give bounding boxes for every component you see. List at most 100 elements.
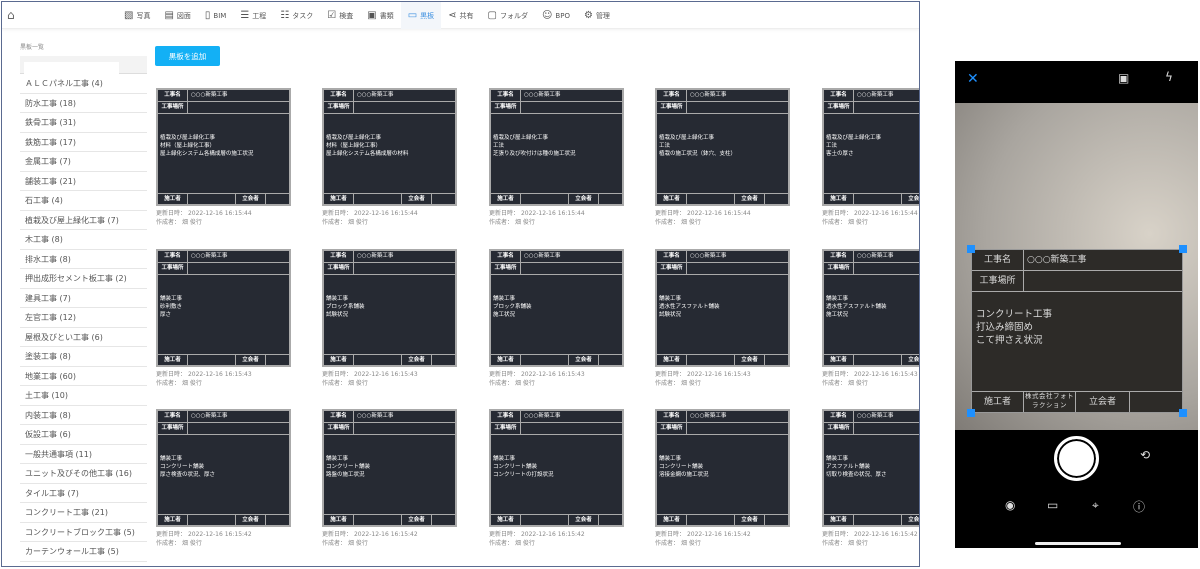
nav-tab-label: BPO [555,11,570,20]
line: 工法 [659,143,671,149]
home-icon[interactable]: ⌂ [7,8,15,22]
label: 工事名 [824,251,854,262]
flash-off-icon[interactable]: ϟ [1165,70,1173,84]
sidebar-item[interactable]: コンクリートブロック工事 (5) [20,523,147,542]
label: 工事場所 [657,263,687,274]
author: 畑 俊行 [680,219,701,226]
location-pin-icon[interactable]: ⌖ [1092,498,1099,513]
nav-tab-6[interactable]: ▣ 書類 [360,2,400,29]
nav-tab-label: フォルダ [499,11,528,20]
line: 試験状況 [659,312,682,318]
board-card[interactable]: 工事名 ○○○新築工事 工事場所 舗装工事 透水性アスファルト舗装 試験状況 施工者 立… [655,249,790,388]
board-body: コンクリート工事 打込み締固め こて押さえ状況 [976,308,1052,347]
resize-handle[interactable] [967,245,975,253]
line: コンクリート舗装 [326,464,371,470]
label: 工事場所 [158,102,188,113]
sidebar-item[interactable]: 鉄筋工事 (17) [20,133,147,152]
line: 舗装工事 [493,296,516,302]
nav-tab-11[interactable]: ⚙ 管理 [577,2,617,29]
sidebar-item[interactable]: ユニット及びその他工事 (16) [20,464,147,484]
board-card[interactable]: 工事名 ○○○新築工事 工事場所 舗装工事 コンクリート舗装 溶接金網の施工状況 施工… [655,409,790,548]
sidebar-item[interactable]: 仮設工事 (6) [20,425,147,445]
folder-icon: ▢ [487,10,497,21]
board-card[interactable]: 工事名 ○○○新築工事 工事場所 舗装工事 コンクリート舗装 コンクリートの打設状況 … [489,409,624,548]
shutter-button[interactable] [1054,436,1099,481]
nav-tab-3[interactable]: ☰ 工程 [233,2,273,29]
image-icon[interactable]: ▣ [1118,71,1129,85]
sidebar-item[interactable]: 屋根及びとい工事 (6) [20,328,147,347]
add-board-button[interactable]: 黒板を追加 [155,46,220,66]
sidebar-item[interactable]: 地業工事 (60) [20,367,147,386]
board-card[interactable]: 工事名○○○新築工事 工事場所 植栽及び屋上緑化工事工法客土の厚さ 施工者 立会者… [822,88,919,227]
sidebar-item[interactable]: コンクリート工事 (21) [20,503,147,523]
label: 工事名 [158,251,188,262]
nav-tab-2[interactable]: ▯ BIM [198,2,233,29]
label: 工事名 [158,411,188,422]
nav-tab-9[interactable]: ▢ フォルダ [481,2,535,29]
sidebar-item[interactable]: 内装工事 (8) [20,406,147,425]
board-card[interactable]: 工事名 ○○○新築工事 工事場所 舗装工事 ブロック系舗装 試験状況 施工者 立会者 更… [322,249,457,388]
board-card[interactable]: 工事名 ○○○新築工事 工事場所 植栽及び屋上緑化工事 工法 芝張り及び吹付けは種の施… [489,88,624,227]
sidebar-item[interactable]: 木工事 (8) [20,230,147,250]
sidebar-item[interactable]: 建具工事 (7) [20,289,147,308]
label: 更新日時： [322,210,353,217]
sidebar-item[interactable]: 塗装工事 (8) [20,347,147,367]
label: 作成者： [655,540,680,547]
sidebar-item[interactable]: 鉄骨工事 (31) [20,113,147,133]
line: 舗装工事 [826,456,849,462]
eye-icon[interactable]: ◉ [1005,498,1015,512]
board-card[interactable]: 工事名 ○○○新築工事 工事場所 舗装工事 コンクリート舗装 厚さ検査の状況、厚さ 施… [156,409,291,548]
nav-tab-4[interactable]: ☷ タスク [273,2,320,29]
nav-tab-5[interactable]: ☑ 検査 [320,2,360,29]
sidebar-item[interactable]: 一般共通事項 (11) [20,445,147,464]
board-card[interactable]: 工事名 ○○○新築工事 工事場所 舗装工事 コンクリート舗装 路盤の施工状況 施工者 立… [322,409,457,548]
label: 立会者 [569,194,599,204]
board-body: 植栽及び屋上緑化工事 材料（屋上緑化工事） 屋上緑化システム各構成層の材料 [326,134,408,158]
gear-icon: ⚙ [583,10,593,21]
sidebar-item[interactable]: ＡＬＣパネル工事 (4) [20,74,147,94]
sidebar-item[interactable]: 押出成形セメント板工事 (2) [20,269,147,289]
board-card[interactable]: 工事名 ○○○新築工事 工事場所 舗装工事 透水性アスファルト舗装 施工状況 施工者 立… [822,249,919,388]
value: ○○○新築工事 [357,413,394,419]
sidebar-item[interactable]: 金属工事 (7) [20,152,147,172]
updated-time: 2022-12-16 16:15:43 [520,371,585,378]
board-card[interactable]: 工事名 ○○○新築工事 工事場所 植栽及び屋上緑化工事 工法 植栽の施工状況（鉢穴、支… [655,88,790,227]
sidebar-item[interactable]: 石工事 (4) [20,191,147,211]
sidebar-item[interactable]: 左官工事 (12) [20,308,147,328]
nav-tab-0[interactable]: ▧ 写真 [117,2,157,29]
nav-tab-7[interactable]: ▭ 黒板 [400,2,442,29]
value: ○○○新築工事 [191,413,228,419]
resize-handle[interactable] [1179,245,1187,253]
board-card[interactable]: 工事名 ○○○新築工事 工事場所 植栽及び屋上緑化工事 材料（屋上緑化工事） 屋上緑化… [322,88,457,227]
label: 作成者： [489,380,514,387]
sidebar-item[interactable]: 植栽及び屋上緑化工事 (7) [20,211,147,230]
sidebar-item[interactable]: 排水工事 (8) [20,250,147,269]
blackboard-overlay[interactable]: 工事名 ○○○新築工事 工事場所 コンクリート工事 打込み締固め こて押さえ状況 … [971,249,1183,413]
resize-handle[interactable] [1179,409,1187,417]
board-icon[interactable]: ▭ [1047,498,1058,512]
label: 作成者： [322,540,347,547]
board-card[interactable]: 工事名 ○○○新築工事 工事場所 舗装工事 アスファルト舗装 切取り検査の状況、厚さ … [822,409,919,548]
updated-time: 2022-12-16 16:15:42 [686,531,751,538]
sidebar-item[interactable]: 土工事 (10) [20,386,147,406]
board-card[interactable]: 工事名 ○○○新築工事 工事場所 植栽及び屋上緑化工事 材料（屋上緑化工事） 屋上緑化… [156,88,291,227]
author: 畑 俊行 [847,540,868,547]
resize-handle[interactable] [967,409,975,417]
nav-tab-label: 黒板 [420,11,435,20]
close-icon[interactable]: ✕ [967,71,979,87]
info-icon[interactable]: ⓘ [1133,498,1145,515]
switch-camera-icon[interactable]: ⟲ [1140,448,1150,462]
line: コンクリート舗装 [659,464,704,470]
sidebar-item[interactable]: 舗装工事 (21) [20,172,147,191]
nav-tab-1[interactable]: ▤ 図面 [157,2,197,29]
value: 株式会社フォトラクション [1024,392,1076,412]
sidebar-item[interactable]: タイル工事 (7) [20,484,147,503]
sidebar-item[interactable]: カーテンウォール工事 (5) [20,542,147,562]
board-card[interactable]: 工事名 ○○○新築工事 工事場所 舗装工事 ブロック系舗装 施工状況 施工者 立会者 更… [489,249,624,388]
author: 畑 俊行 [181,380,202,387]
line: ブロック系舗装 [493,304,532,310]
sidebar-item[interactable]: 防水工事 (18) [20,94,147,113]
board-card[interactable]: 工事名 ○○○新築工事 工事場所 舗装工事 砂利敷き 厚さ 施工者 立会者 更新日時： … [156,249,291,388]
nav-tab-8[interactable]: ⋖ 共有 [441,2,480,29]
nav-tab-10[interactable]: ☺ BPO [535,2,577,29]
